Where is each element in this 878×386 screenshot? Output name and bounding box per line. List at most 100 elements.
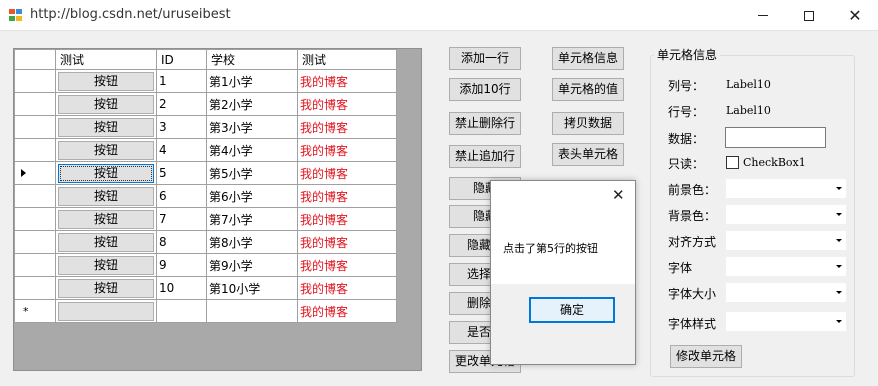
column-header-test-2[interactable]: 测试 xyxy=(297,49,397,70)
dialog-ok-button[interactable]: 确定 xyxy=(529,297,615,323)
disable-append-row-button[interactable]: 禁止追加行 xyxy=(449,145,521,168)
test-cell[interactable]: 我的博客 xyxy=(297,184,397,208)
column-header-test[interactable]: 测试 xyxy=(55,49,157,70)
row-header[interactable]: * xyxy=(14,299,56,323)
id-cell[interactable]: 4 xyxy=(156,138,207,162)
button-cell[interactable]: 按钮 xyxy=(55,138,157,162)
id-cell[interactable]: 3 xyxy=(156,115,207,139)
foreground-color-select[interactable] xyxy=(725,178,847,199)
data-grid[interactable]: 测试 ID 学校 测试 按钮 1 第1小学 我的博客 按钮 2 第2小学 我的博客 按钮 3 第3小… xyxy=(13,48,422,371)
row-button[interactable]: 按钮 xyxy=(58,117,154,137)
font-style-select[interactable] xyxy=(725,311,847,332)
button-cell[interactable]: 按钮 xyxy=(55,230,157,254)
table-row[interactable]: 按钮 2 第2小学 我的博客 xyxy=(14,92,397,116)
test-cell[interactable]: 我的博客 xyxy=(297,276,397,300)
row-button[interactable]: 按钮 xyxy=(58,163,154,183)
table-row[interactable]: 按钮 5 第5小学 我的博客 xyxy=(14,161,397,185)
row-button[interactable]: 按钮 xyxy=(58,232,154,252)
data-input[interactable] xyxy=(725,127,826,148)
close-button[interactable]: ✕ xyxy=(832,0,878,31)
id-cell[interactable]: 1 xyxy=(156,69,207,93)
school-cell[interactable]: 第3小学 xyxy=(206,115,298,139)
font-size-select[interactable] xyxy=(725,282,847,303)
row-header[interactable] xyxy=(14,253,56,277)
table-row[interactable]: 按钮 8 第8小学 我的博客 xyxy=(14,230,397,254)
row-header[interactable] xyxy=(14,207,56,231)
test-cell[interactable]: 我的博客 xyxy=(297,161,397,185)
test-cell[interactable]: 我的博客 xyxy=(297,92,397,116)
row-header[interactable] xyxy=(14,138,56,162)
id-cell[interactable]: 5 xyxy=(156,161,207,185)
button-cell[interactable]: 按钮 xyxy=(55,276,157,300)
school-cell[interactable]: 第7小学 xyxy=(206,207,298,231)
id-cell[interactable]: 7 xyxy=(156,207,207,231)
column-header-id[interactable]: ID xyxy=(156,49,207,70)
button-cell[interactable] xyxy=(55,299,157,323)
copy-data-button[interactable]: 拷贝数据 xyxy=(552,112,624,135)
row-button[interactable]: 按钮 xyxy=(58,209,154,229)
school-cell[interactable]: 第6小学 xyxy=(206,184,298,208)
button-cell[interactable]: 按钮 xyxy=(55,69,157,93)
id-cell[interactable]: 9 xyxy=(156,253,207,277)
table-row[interactable]: 按钮 1 第1小学 我的博客 xyxy=(14,69,397,93)
button-cell[interactable]: 按钮 xyxy=(55,92,157,116)
test-cell[interactable]: 我的博客 xyxy=(297,299,397,323)
school-cell[interactable]: 第5小学 xyxy=(206,161,298,185)
test-cell[interactable]: 我的博客 xyxy=(297,115,397,139)
row-button[interactable]: 按钮 xyxy=(58,94,154,114)
disable-delete-row-button[interactable]: 禁止删除行 xyxy=(449,112,521,135)
minimize-button[interactable] xyxy=(740,0,786,31)
header-cell-button[interactable]: 表头单元格 xyxy=(552,143,624,166)
row-button[interactable]: 按钮 xyxy=(58,186,154,206)
cell-info-button[interactable]: 单元格信息 xyxy=(552,47,624,70)
add-ten-rows-button[interactable]: 添加10行 xyxy=(449,78,521,101)
row-header[interactable] xyxy=(14,184,56,208)
alignment-select[interactable] xyxy=(725,230,847,251)
add-one-row-button[interactable]: 添加一行 xyxy=(449,47,521,70)
row-header[interactable] xyxy=(14,230,56,254)
test-cell[interactable]: 我的博客 xyxy=(297,207,397,231)
font-select[interactable] xyxy=(725,256,847,277)
grid-corner-header[interactable] xyxy=(14,49,56,70)
column-header-school[interactable]: 学校 xyxy=(206,49,298,70)
modify-cell-button[interactable]: 修改单元格 xyxy=(670,345,742,368)
table-row[interactable]: 按钮 10 第10小学 我的博客 xyxy=(14,276,397,300)
school-cell[interactable]: 第8小学 xyxy=(206,230,298,254)
table-row[interactable]: 按钮 9 第9小学 我的博客 xyxy=(14,253,397,277)
test-cell[interactable]: 我的博客 xyxy=(297,230,397,254)
readonly-checkbox[interactable] xyxy=(726,156,739,169)
readonly-checkbox-label[interactable]: CheckBox1 xyxy=(743,156,806,169)
test-cell[interactable]: 我的博客 xyxy=(297,138,397,162)
row-header[interactable] xyxy=(14,92,56,116)
button-cell[interactable]: 按钮 xyxy=(55,115,157,139)
background-color-select[interactable] xyxy=(725,204,847,225)
id-cell[interactable]: 2 xyxy=(156,92,207,116)
row-header[interactable] xyxy=(14,69,56,93)
school-cell[interactable]: 第9小学 xyxy=(206,253,298,277)
cell-value-button[interactable]: 单元格的值 xyxy=(552,78,624,101)
table-row[interactable]: 按钮 4 第4小学 我的博客 xyxy=(14,138,397,162)
school-cell[interactable] xyxy=(206,299,298,323)
row-header[interactable] xyxy=(14,161,56,185)
table-row[interactable]: 按钮 6 第6小学 我的博客 xyxy=(14,184,397,208)
row-button[interactable]: 按钮 xyxy=(58,255,154,275)
table-row[interactable]: 按钮 3 第3小学 我的博客 xyxy=(14,115,397,139)
test-cell[interactable]: 我的博客 xyxy=(297,253,397,277)
button-cell[interactable]: 按钮 xyxy=(55,161,157,185)
id-cell[interactable] xyxy=(156,299,207,323)
school-cell[interactable]: 第1小学 xyxy=(206,69,298,93)
school-cell[interactable]: 第2小学 xyxy=(206,92,298,116)
test-cell[interactable]: 我的博客 xyxy=(297,69,397,93)
button-cell[interactable]: 按钮 xyxy=(55,253,157,277)
id-cell[interactable]: 8 xyxy=(156,230,207,254)
maximize-button[interactable] xyxy=(786,0,832,31)
dialog-close-icon[interactable]: ✕ xyxy=(612,186,625,204)
row-button[interactable] xyxy=(58,301,154,321)
row-header[interactable] xyxy=(14,115,56,139)
school-cell[interactable]: 第4小学 xyxy=(206,138,298,162)
button-cell[interactable]: 按钮 xyxy=(55,184,157,208)
school-cell[interactable]: 第10小学 xyxy=(206,276,298,300)
button-cell[interactable]: 按钮 xyxy=(55,207,157,231)
row-button[interactable]: 按钮 xyxy=(58,140,154,160)
id-cell[interactable]: 10 xyxy=(156,276,207,300)
